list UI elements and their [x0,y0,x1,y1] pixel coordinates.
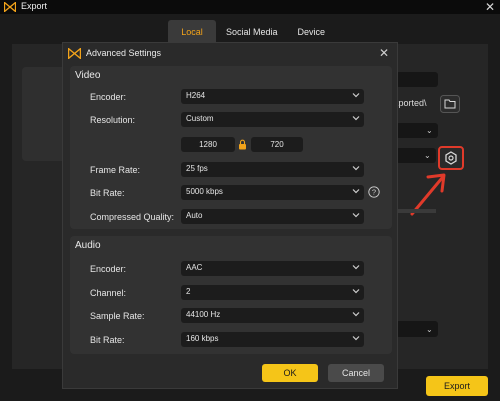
video-bit-rate-select[interactable]: 5000 kbps [181,185,364,200]
advanced-settings-button[interactable] [438,146,464,170]
sample-rate-select[interactable]: 44100 Hz [181,308,364,323]
tab-device[interactable]: Device [288,20,336,44]
audio-bit-rate-select[interactable]: 160 kbps [181,332,364,347]
close-icon[interactable]: ✕ [379,46,389,60]
logo-icon [4,2,16,12]
audio-encoder-label: Encoder: [90,264,127,274]
frame-rate-label: Frame Rate: [90,165,141,175]
video-section: Video Encoder: H264 Resolution: Custom 1… [70,66,392,229]
sample-rate-value: 44100 Hz [186,310,221,319]
compressed-quality-select[interactable]: Auto [181,209,364,224]
video-encoder-select[interactable]: H264 [181,89,364,104]
compressed-quality-label: Compressed Quality: [90,212,175,222]
lock-icon[interactable] [238,139,247,150]
help-icon[interactable]: ? [368,186,380,198]
resolution-height-input[interactable]: 720 [251,137,303,152]
chevron-down-icon [352,166,360,171]
resolution-select[interactable]: Custom [181,112,364,127]
chevron-down-icon: ⌄ [426,126,433,135]
window-title: Export [21,1,48,11]
tab-bar: Local Social Media Device [168,20,335,44]
channel-label: Channel: [90,288,127,298]
audio-section-title: Audio [75,240,101,251]
tab-social-media[interactable]: Social Media [216,20,288,44]
dialog-title: Advanced Settings [86,48,162,58]
cancel-button[interactable]: Cancel [328,364,384,382]
chevron-down-icon [352,289,360,294]
video-bit-rate-label: Bit Rate: [90,188,125,198]
channel-value: 2 [186,287,191,296]
video-bit-rate-value: 5000 kbps [186,187,223,196]
ok-button[interactable]: OK [262,364,318,382]
tab-local[interactable]: Local [168,20,216,44]
chevron-down-icon [352,265,360,270]
audio-bit-rate-value: 160 kbps [186,334,219,343]
advanced-settings-dialog: Advanced Settings ✕ Video Encoder: H264 … [62,42,398,389]
video-encoder-label: Encoder: [90,92,127,102]
logo-icon [68,48,81,59]
progress-bar [396,209,436,213]
sample-rate-label: Sample Rate: [90,311,145,321]
title-bar: Export ✕ [0,0,500,14]
chevron-down-icon: ⌄ [424,151,431,160]
chevron-down-icon [352,336,360,341]
resolution-label: Resolution: [90,115,136,125]
chevron-down-icon [352,189,360,194]
chevron-down-icon: ⌄ [426,325,433,334]
channel-select[interactable]: 2 [181,285,364,300]
video-encoder-value: H264 [186,91,206,100]
svg-text:?: ? [372,188,376,197]
close-icon[interactable]: ✕ [485,0,495,14]
export-button[interactable]: Export [426,376,488,396]
folder-icon[interactable] [440,95,460,113]
compressed-quality-value: Auto [186,211,203,220]
resolution-width-input[interactable]: 1280 [181,137,235,152]
frame-rate-value: 25 fps [186,164,208,173]
chevron-down-icon [352,93,360,98]
chevron-down-icon [352,213,360,218]
name-field[interactable] [396,72,438,87]
gear-icon [445,151,457,165]
audio-section: Audio Encoder: AAC Channel: 2 Sample Rat… [70,236,392,354]
video-section-title: Video [75,70,101,81]
resolution-value: Custom [186,114,214,123]
audio-bit-rate-label: Bit Rate: [90,335,125,345]
chevron-down-icon [352,312,360,317]
audio-encoder-select[interactable]: AAC [181,261,364,276]
frame-rate-select[interactable]: 25 fps [181,162,364,177]
output-path: xported\ [394,98,427,108]
audio-encoder-value: AAC [186,263,203,272]
chevron-down-icon [352,116,360,121]
